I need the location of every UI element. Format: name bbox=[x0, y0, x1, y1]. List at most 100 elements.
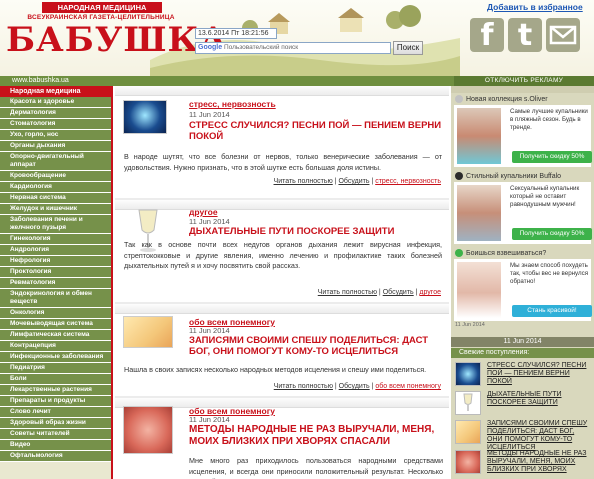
article-date: 11 Jun 2014 bbox=[189, 326, 230, 335]
latest-item[interactable]: СТРЕСС СЛУЧИЛСЯ? ПЕСНИ ПОЙ — ПЕНИЕМ ВЕРН… bbox=[455, 362, 591, 390]
latest-item[interactable]: ДЫХАТЕЛЬНЫЕ ПУТИ ПОСКОРЕЕ ЗАЩИТИ bbox=[455, 391, 591, 419]
promo-title-text: Стильный купальники Buffalo bbox=[466, 172, 562, 180]
sidebar-item[interactable]: Офтальмология bbox=[0, 451, 111, 462]
article-thumbnail[interactable] bbox=[123, 406, 173, 454]
latest-thumbnail[interactable] bbox=[455, 420, 481, 444]
article-date: 11 Jun 2014 bbox=[189, 415, 230, 424]
article-thumbnail[interactable] bbox=[123, 100, 167, 134]
promo-image[interactable] bbox=[457, 108, 501, 164]
promo-image[interactable] bbox=[457, 185, 501, 241]
sidebar-item[interactable]: Ухо, горло, нос bbox=[0, 130, 111, 141]
sidebar-item[interactable]: Желудок и кишечник bbox=[0, 204, 111, 215]
sidebar-item[interactable]: Стоматология bbox=[0, 119, 111, 130]
discuss-link[interactable]: Обсудить bbox=[383, 289, 414, 296]
article-title[interactable]: ДЫХАТЕЛЬНЫЕ ПУТИ ПОСКОРЕЕ ЗАЩИТИ bbox=[189, 226, 445, 237]
sidebar-item[interactable]: Кровообращение bbox=[0, 171, 111, 182]
get-discount-button[interactable]: Получить скидку 50% bbox=[512, 151, 592, 163]
article-title[interactable]: ЗАПИСЯМИ СВОИМИ СПЕШУ ПОДЕЛИТЬСЯ: ДАСТ Б… bbox=[189, 335, 445, 357]
promo-card[interactable]: Сексуальный купальник который не оставит… bbox=[454, 182, 592, 244]
article-category[interactable]: другое bbox=[189, 207, 218, 217]
sidebar-item[interactable]: Онкология bbox=[0, 308, 111, 319]
add-to-favorites-link[interactable]: Добавить в избранное bbox=[487, 2, 583, 12]
facebook-icon[interactable]: f bbox=[470, 18, 504, 53]
discuss-link[interactable]: Обсудить bbox=[338, 178, 369, 185]
google-logo: Google bbox=[198, 44, 223, 51]
promo-date: 11 Jun 2014 bbox=[455, 322, 485, 328]
sidebar-item[interactable]: Здоровый образ жизни bbox=[0, 418, 111, 429]
discuss-link[interactable]: Обсудить bbox=[339, 383, 370, 390]
sidebar-item[interactable]: Нервная система bbox=[0, 193, 111, 204]
promo-card[interactable]: Мы знаем способ похудеть так, чтобы вес … bbox=[454, 259, 592, 321]
sidebar-item[interactable]: Андрология bbox=[0, 245, 111, 256]
sidebar-item[interactable]: Видео bbox=[0, 440, 111, 451]
tag-link[interactable]: обо всем понемногу bbox=[375, 383, 441, 390]
latest-thumbnail[interactable] bbox=[455, 362, 481, 386]
tag-link[interactable]: другое bbox=[419, 289, 441, 296]
latest-item[interactable]: МЕТОДЫ НАРОДНЫЕ НЕ РАЗ ВЫРУЧАЛИ, МЕНЯ, М… bbox=[455, 450, 591, 478]
latest-thumbnail[interactable] bbox=[455, 391, 481, 415]
sidebar-item[interactable]: Заболевания печени и желчного пузыря bbox=[0, 215, 111, 234]
logo-tagline: НАРОДНАЯ МЕДИЦИНА bbox=[42, 2, 162, 13]
article-category[interactable]: стресс, нервозность bbox=[189, 99, 276, 109]
sidebar-item[interactable]: Слово лечит bbox=[0, 407, 111, 418]
sidebar-item[interactable]: Советы читателей bbox=[0, 429, 111, 440]
read-more-link[interactable]: Читать полностью bbox=[318, 289, 377, 296]
sidebar-item[interactable]: Гинекология bbox=[0, 234, 111, 245]
article-topbar bbox=[115, 304, 449, 314]
sidebar-item[interactable]: Мочевыводящая система bbox=[0, 319, 111, 330]
sidebar-item[interactable]: Органы дыхания bbox=[0, 141, 111, 152]
search-placeholder: Пользовательский поиск bbox=[223, 44, 299, 51]
sidebar-item[interactable]: Эндокринология и обмен веществ bbox=[0, 289, 111, 308]
sidebar-item[interactable]: Дерматология bbox=[0, 108, 111, 119]
article-feed: стресс, нервозность 11 Jun 2014 СТРЕСС С… bbox=[115, 86, 449, 479]
promo-text: Самые лучшие купальники в пляжный сезон.… bbox=[510, 108, 588, 131]
promo-title: Новая коллекция s.Oliver bbox=[451, 93, 594, 105]
article-card: обо всем понемногу 11 Jun 2014 МЕТОДЫ НА… bbox=[115, 398, 449, 479]
article-excerpt: Так как в основе почти всех недугов орга… bbox=[124, 240, 442, 270]
sidebar-item[interactable]: Нефрология bbox=[0, 256, 111, 267]
article-topbar bbox=[115, 86, 449, 96]
article-card: обо всем понемногу 11 Jun 2014 ЗАПИСЯМИ … bbox=[115, 304, 449, 394]
sidebar-item[interactable]: Препараты и продукты bbox=[0, 396, 111, 407]
mail-icon[interactable] bbox=[546, 18, 580, 52]
promo-block[interactable]: Новая коллекция s.Oliver Самые лучшие ку… bbox=[451, 93, 594, 167]
sidebar-item[interactable]: Контрацепция bbox=[0, 341, 111, 352]
article-title[interactable]: МЕТОДЫ НАРОДНЫЕ НЕ РАЗ ВЫРУЧАЛИ, МЕНЯ, М… bbox=[189, 424, 445, 448]
promo-title: Боишься взвешиваться? bbox=[451, 247, 594, 259]
article-thumbnail[interactable] bbox=[123, 316, 173, 348]
become-beautiful-button[interactable]: Стань красивой! bbox=[512, 305, 592, 317]
tag-link[interactable]: стресс, нервозность bbox=[375, 178, 441, 185]
read-more-link[interactable]: Читать полностью bbox=[274, 383, 333, 390]
article-title[interactable]: СТРЕСС СЛУЧИЛСЯ? ПЕСНИ ПОЙ — ПЕНИЕМ ВЕРН… bbox=[189, 120, 445, 142]
promo-title: Стильный купальники Buffalo bbox=[451, 170, 594, 182]
latest-thumbnail[interactable] bbox=[455, 450, 481, 474]
latest-item[interactable]: ЗАПИСЯМИ СВОИМИ СПЕШУ ПОДЕЛИТЬСЯ: ДАСТ Б… bbox=[455, 420, 591, 451]
promo-block[interactable]: Боишься взвешиваться? Мы знаем способ по… bbox=[451, 247, 594, 329]
latest-link[interactable]: ЗАПИСЯМИ СВОИМИ СПЕШУ ПОДЕЛИТЬСЯ: ДАСТ Б… bbox=[487, 420, 591, 452]
sidebar-item[interactable]: Проктология bbox=[0, 267, 111, 278]
twitter-icon[interactable]: t bbox=[508, 18, 542, 53]
latest-link[interactable]: МЕТОДЫ НАРОДНЫЕ НЕ РАЗ ВЫРУЧАЛИ, МЕНЯ, М… bbox=[487, 450, 591, 474]
sidebar-item[interactable]: Кардиология bbox=[0, 182, 111, 193]
sidebar-item[interactable]: Красота и здоровье bbox=[0, 97, 111, 108]
sidebar-item[interactable]: Ревматология bbox=[0, 278, 111, 289]
sidebar-item[interactable]: Боли bbox=[0, 374, 111, 385]
promo-card[interactable]: Самые лучшие купальники в пляжный сезон.… bbox=[454, 105, 592, 167]
sidebar-item[interactable]: Лимфатическая система bbox=[0, 330, 111, 341]
sidebar-item[interactable]: Инфекционные заболевания bbox=[0, 352, 111, 363]
sidebar-item-active[interactable]: Народная медицина bbox=[0, 86, 111, 97]
sidebar-item[interactable]: Педиатрия bbox=[0, 363, 111, 374]
latest-link[interactable]: ДЫХАТЕЛЬНЫЕ ПУТИ ПОСКОРЕЕ ЗАЩИТИ bbox=[487, 391, 591, 407]
read-more-link[interactable]: Читать полностью bbox=[274, 178, 333, 185]
site-url[interactable]: www.babushka.ua bbox=[12, 77, 69, 84]
site-logo[interactable]: БАБУШКА bbox=[6, 20, 227, 60]
sidebar-item[interactable]: Лекарственные растения bbox=[0, 385, 111, 396]
search-input[interactable]: Google Пользовательский поиск bbox=[195, 42, 391, 54]
latest-link[interactable]: СТРЕСС СЛУЧИЛСЯ? ПЕСНИ ПОЙ — ПЕНИЕМ ВЕРН… bbox=[487, 362, 591, 386]
promo-image[interactable] bbox=[457, 262, 501, 318]
search-button[interactable]: Поиск bbox=[393, 41, 423, 55]
get-discount-button[interactable]: Получить скидку 50% bbox=[512, 228, 592, 240]
promo-block[interactable]: Стильный купальники Buffalo Сексуальный … bbox=[451, 170, 594, 244]
sidebar-item[interactable]: Опорно-двигательный аппарат bbox=[0, 152, 111, 171]
disable-ads-button[interactable]: ОТКЛЮЧИТЬ РЕКЛАМУ bbox=[454, 76, 594, 86]
